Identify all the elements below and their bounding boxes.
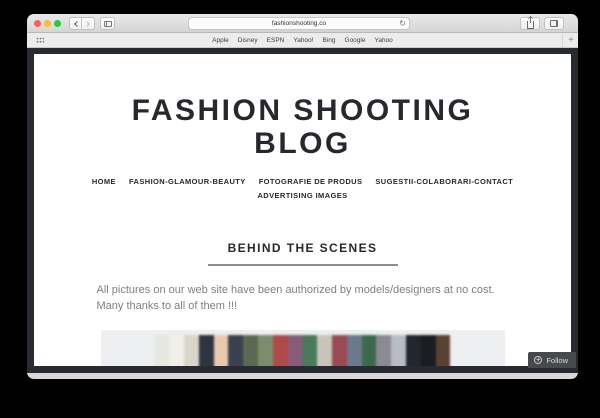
site-title-line1: FASHION SHOOTING	[131, 94, 474, 127]
sidebar-button[interactable]	[100, 17, 115, 30]
post-photo[interactable]	[154, 335, 451, 366]
photo-stripe	[332, 335, 347, 366]
bookmark-yahoo1[interactable]: Yahoo!	[293, 37, 313, 44]
photo-stripe	[361, 335, 377, 366]
content-card: FASHION SHOOTING BLOG HOME FASHION-GLAMO…	[34, 54, 571, 366]
post-body: All pictures on our web site have been a…	[97, 283, 509, 314]
zoom-button[interactable]	[54, 20, 61, 27]
nav-item-advertising-images[interactable]: ADVERTISING IMAGES	[257, 191, 347, 200]
forward-button[interactable]	[82, 17, 95, 30]
follow-label: Follow	[546, 355, 568, 365]
bookmark-apple[interactable]: Apple	[212, 37, 229, 44]
close-button[interactable]	[34, 20, 41, 27]
nav-item-sugestii-colaborari-contact[interactable]: SUGESTII-COLABORARI-CONTACT	[375, 177, 513, 186]
post-body-line1: All pictures on our web site have been a…	[96, 284, 495, 296]
site-title: FASHION SHOOTING BLOG	[34, 94, 571, 160]
new-tab-button[interactable]: +	[562, 34, 574, 47]
frequently-visited-icon[interactable]	[36, 37, 44, 44]
photo-stripe	[435, 335, 451, 366]
photo-stripe	[391, 335, 407, 366]
bookmark-links: Apple Disney ESPN Yahoo! Bing Google Yah…	[212, 37, 393, 44]
bookmark-disney[interactable]: Disney	[238, 37, 258, 44]
photo-stripe	[184, 335, 199, 366]
photo-stripe	[154, 335, 170, 366]
photo-stripe	[213, 335, 229, 366]
page-background: FASHION SHOOTING BLOG HOME FASHION-GLAMO…	[27, 49, 578, 373]
photo-stripe	[346, 335, 362, 366]
post-media-area	[100, 330, 505, 366]
tabs-icon	[550, 20, 558, 27]
share-icon	[526, 16, 534, 29]
follow-button[interactable]: + Follow	[528, 352, 576, 368]
sidebar-icon	[103, 20, 112, 27]
photo-stripe	[406, 335, 421, 366]
address-bar[interactable]: fashionshooting.co ↻	[188, 17, 410, 30]
photo-stripe	[243, 335, 259, 366]
nav-item-home[interactable]: HOME	[92, 177, 116, 186]
photo-stripe	[302, 335, 318, 366]
site-title-line2: BLOG	[254, 127, 351, 160]
history-nav	[69, 17, 95, 30]
reload-icon[interactable]: ↻	[399, 19, 406, 28]
window-controls	[34, 20, 61, 27]
bookmarks-bar: Apple Disney ESPN Yahoo! Bing Google Yah…	[27, 33, 578, 48]
titlebar: fashionshooting.co ↻	[27, 14, 578, 33]
bookmark-google[interactable]: Google	[345, 37, 366, 44]
minimize-button[interactable]	[44, 20, 51, 27]
photo-stripe	[198, 335, 214, 366]
tab-overview-button[interactable]	[544, 17, 564, 30]
photo-stripe	[258, 335, 273, 366]
nav-row-1: HOME FASHION-GLAMOUR-BEAUTY FOTOGRAFIE D…	[34, 177, 571, 186]
share-button[interactable]	[520, 16, 540, 30]
forward-icon	[84, 20, 90, 27]
url-text: fashionshooting.co	[271, 20, 327, 27]
photo-stripe	[228, 335, 244, 366]
post-title-divider	[207, 264, 398, 266]
photo-stripe	[317, 335, 333, 366]
main-nav: HOME FASHION-GLAMOUR-BEAUTY FOTOGRAFIE D…	[34, 177, 571, 200]
photo-stripe	[169, 335, 185, 366]
photo-stripe	[420, 335, 436, 366]
bookmark-espn[interactable]: ESPN	[267, 37, 285, 44]
photo-stripe	[272, 335, 288, 366]
bookmark-yahoo2[interactable]: Yahoo	[374, 37, 392, 44]
post-title[interactable]: BEHIND THE SCENES	[34, 241, 571, 255]
window-bottom-edge	[27, 373, 578, 379]
nav-item-fashion-glamour-beauty[interactable]: FASHION-GLAMOUR-BEAUTY	[129, 177, 246, 186]
browser-window: fashionshooting.co ↻ Apple Disney ESPN Y…	[27, 14, 578, 379]
back-icon	[73, 20, 80, 27]
back-button[interactable]	[69, 17, 82, 30]
bookmark-bing[interactable]: Bing	[323, 37, 336, 44]
photo-stripe	[287, 335, 303, 366]
nav-row-2: ADVERTISING IMAGES	[34, 191, 571, 200]
post-body-line2: Many thanks to all of them !!!	[96, 299, 238, 312]
photo-stripe	[376, 335, 392, 366]
follow-plus-icon: +	[534, 356, 543, 364]
nav-item-fotografie-de-produs[interactable]: FOTOGRAFIE DE PRODUS	[259, 177, 363, 186]
